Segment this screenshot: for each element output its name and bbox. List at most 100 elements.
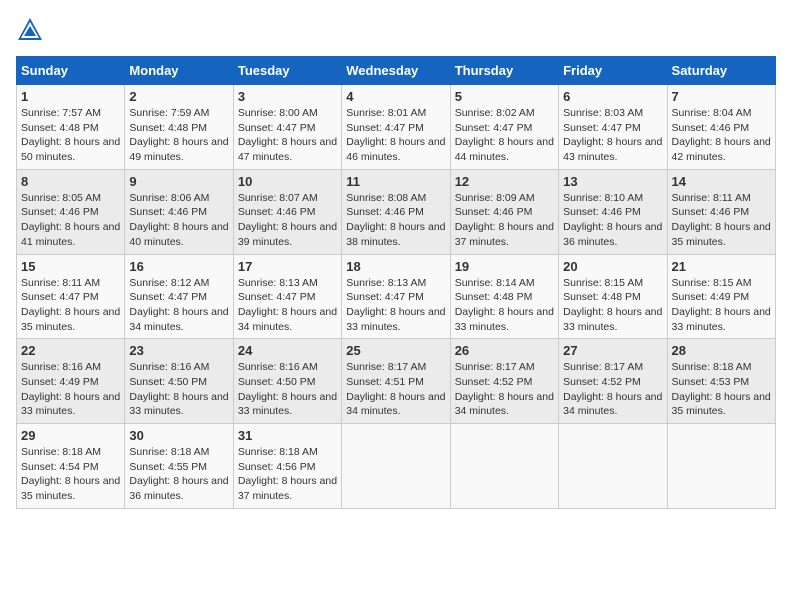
header-row: SundayMondayTuesdayWednesdayThursdayFrid… [17,57,776,85]
day-detail: Sunrise: 8:15 AMSunset: 4:49 PMDaylight:… [672,277,771,333]
week-row-2: 8 Sunrise: 8:05 AMSunset: 4:46 PMDayligh… [17,169,776,254]
day-cell: 17 Sunrise: 8:13 AMSunset: 4:47 PMDaylig… [233,254,341,339]
day-cell: 19 Sunrise: 8:14 AMSunset: 4:48 PMDaylig… [450,254,558,339]
day-cell [667,424,775,509]
header-cell-thursday: Thursday [450,57,558,85]
day-detail: Sunrise: 8:13 AMSunset: 4:47 PMDaylight:… [238,277,337,333]
day-number: 25 [346,343,445,358]
day-number: 1 [21,89,120,104]
day-cell: 18 Sunrise: 8:13 AMSunset: 4:47 PMDaylig… [342,254,450,339]
header-cell-wednesday: Wednesday [342,57,450,85]
day-number: 17 [238,259,337,274]
day-cell: 7 Sunrise: 8:04 AMSunset: 4:46 PMDayligh… [667,85,775,170]
day-number: 20 [563,259,662,274]
day-detail: Sunrise: 8:14 AMSunset: 4:48 PMDaylight:… [455,277,554,333]
week-row-1: 1 Sunrise: 7:57 AMSunset: 4:48 PMDayligh… [17,85,776,170]
day-cell: 3 Sunrise: 8:00 AMSunset: 4:47 PMDayligh… [233,85,341,170]
day-detail: Sunrise: 8:02 AMSunset: 4:47 PMDaylight:… [455,107,554,163]
week-row-4: 22 Sunrise: 8:16 AMSunset: 4:49 PMDaylig… [17,339,776,424]
day-detail: Sunrise: 8:18 AMSunset: 4:55 PMDaylight:… [129,446,228,502]
day-detail: Sunrise: 8:06 AMSunset: 4:46 PMDaylight:… [129,192,228,248]
day-cell: 13 Sunrise: 8:10 AMSunset: 4:46 PMDaylig… [559,169,667,254]
day-cell: 28 Sunrise: 8:18 AMSunset: 4:53 PMDaylig… [667,339,775,424]
day-number: 31 [238,428,337,443]
logo-icon [16,16,44,44]
day-number: 28 [672,343,771,358]
day-cell: 8 Sunrise: 8:05 AMSunset: 4:46 PMDayligh… [17,169,125,254]
day-number: 5 [455,89,554,104]
day-number: 19 [455,259,554,274]
day-number: 21 [672,259,771,274]
day-cell: 14 Sunrise: 8:11 AMSunset: 4:46 PMDaylig… [667,169,775,254]
day-cell: 1 Sunrise: 7:57 AMSunset: 4:48 PMDayligh… [17,85,125,170]
day-cell: 11 Sunrise: 8:08 AMSunset: 4:46 PMDaylig… [342,169,450,254]
day-cell: 25 Sunrise: 8:17 AMSunset: 4:51 PMDaylig… [342,339,450,424]
day-number: 9 [129,174,228,189]
day-detail: Sunrise: 8:11 AMSunset: 4:46 PMDaylight:… [672,192,771,248]
day-cell: 5 Sunrise: 8:02 AMSunset: 4:47 PMDayligh… [450,85,558,170]
day-cell: 10 Sunrise: 8:07 AMSunset: 4:46 PMDaylig… [233,169,341,254]
day-cell: 23 Sunrise: 8:16 AMSunset: 4:50 PMDaylig… [125,339,233,424]
day-number: 10 [238,174,337,189]
day-number: 23 [129,343,228,358]
day-number: 24 [238,343,337,358]
day-detail: Sunrise: 8:16 AMSunset: 4:50 PMDaylight:… [129,361,228,417]
day-detail: Sunrise: 8:16 AMSunset: 4:50 PMDaylight:… [238,361,337,417]
day-number: 27 [563,343,662,358]
day-cell: 30 Sunrise: 8:18 AMSunset: 4:55 PMDaylig… [125,424,233,509]
day-detail: Sunrise: 8:00 AMSunset: 4:47 PMDaylight:… [238,107,337,163]
day-detail: Sunrise: 8:18 AMSunset: 4:54 PMDaylight:… [21,446,120,502]
day-detail: Sunrise: 8:10 AMSunset: 4:46 PMDaylight:… [563,192,662,248]
day-detail: Sunrise: 8:05 AMSunset: 4:46 PMDaylight:… [21,192,120,248]
day-detail: Sunrise: 8:18 AMSunset: 4:53 PMDaylight:… [672,361,771,417]
day-detail: Sunrise: 8:12 AMSunset: 4:47 PMDaylight:… [129,277,228,333]
day-number: 4 [346,89,445,104]
day-cell: 24 Sunrise: 8:16 AMSunset: 4:50 PMDaylig… [233,339,341,424]
day-number: 8 [21,174,120,189]
day-detail: Sunrise: 8:15 AMSunset: 4:48 PMDaylight:… [563,277,662,333]
header [16,16,776,44]
day-cell: 21 Sunrise: 8:15 AMSunset: 4:49 PMDaylig… [667,254,775,339]
day-cell: 20 Sunrise: 8:15 AMSunset: 4:48 PMDaylig… [559,254,667,339]
day-number: 16 [129,259,228,274]
day-detail: Sunrise: 8:08 AMSunset: 4:46 PMDaylight:… [346,192,445,248]
day-detail: Sunrise: 8:09 AMSunset: 4:46 PMDaylight:… [455,192,554,248]
day-number: 18 [346,259,445,274]
day-number: 3 [238,89,337,104]
day-detail: Sunrise: 8:17 AMSunset: 4:52 PMDaylight:… [563,361,662,417]
day-detail: Sunrise: 8:07 AMSunset: 4:46 PMDaylight:… [238,192,337,248]
day-cell [450,424,558,509]
logo [16,16,48,44]
day-number: 22 [21,343,120,358]
header-cell-friday: Friday [559,57,667,85]
day-detail: Sunrise: 8:17 AMSunset: 4:52 PMDaylight:… [455,361,554,417]
day-number: 29 [21,428,120,443]
day-number: 14 [672,174,771,189]
day-number: 2 [129,89,228,104]
day-cell: 29 Sunrise: 8:18 AMSunset: 4:54 PMDaylig… [17,424,125,509]
day-number: 7 [672,89,771,104]
day-cell: 22 Sunrise: 8:16 AMSunset: 4:49 PMDaylig… [17,339,125,424]
day-cell: 6 Sunrise: 8:03 AMSunset: 4:47 PMDayligh… [559,85,667,170]
day-cell [559,424,667,509]
day-cell: 4 Sunrise: 8:01 AMSunset: 4:47 PMDayligh… [342,85,450,170]
day-cell: 27 Sunrise: 8:17 AMSunset: 4:52 PMDaylig… [559,339,667,424]
day-detail: Sunrise: 8:18 AMSunset: 4:56 PMDaylight:… [238,446,337,502]
day-cell: 31 Sunrise: 8:18 AMSunset: 4:56 PMDaylig… [233,424,341,509]
day-number: 26 [455,343,554,358]
day-cell: 15 Sunrise: 8:11 AMSunset: 4:47 PMDaylig… [17,254,125,339]
week-row-5: 29 Sunrise: 8:18 AMSunset: 4:54 PMDaylig… [17,424,776,509]
day-cell: 9 Sunrise: 8:06 AMSunset: 4:46 PMDayligh… [125,169,233,254]
day-number: 6 [563,89,662,104]
header-cell-monday: Monday [125,57,233,85]
day-number: 12 [455,174,554,189]
header-cell-sunday: Sunday [17,57,125,85]
day-detail: Sunrise: 7:59 AMSunset: 4:48 PMDaylight:… [129,107,228,163]
calendar-table: SundayMondayTuesdayWednesdayThursdayFrid… [16,56,776,509]
week-row-3: 15 Sunrise: 8:11 AMSunset: 4:47 PMDaylig… [17,254,776,339]
header-cell-tuesday: Tuesday [233,57,341,85]
day-cell [342,424,450,509]
day-detail: Sunrise: 8:17 AMSunset: 4:51 PMDaylight:… [346,361,445,417]
day-detail: Sunrise: 8:03 AMSunset: 4:47 PMDaylight:… [563,107,662,163]
day-number: 15 [21,259,120,274]
